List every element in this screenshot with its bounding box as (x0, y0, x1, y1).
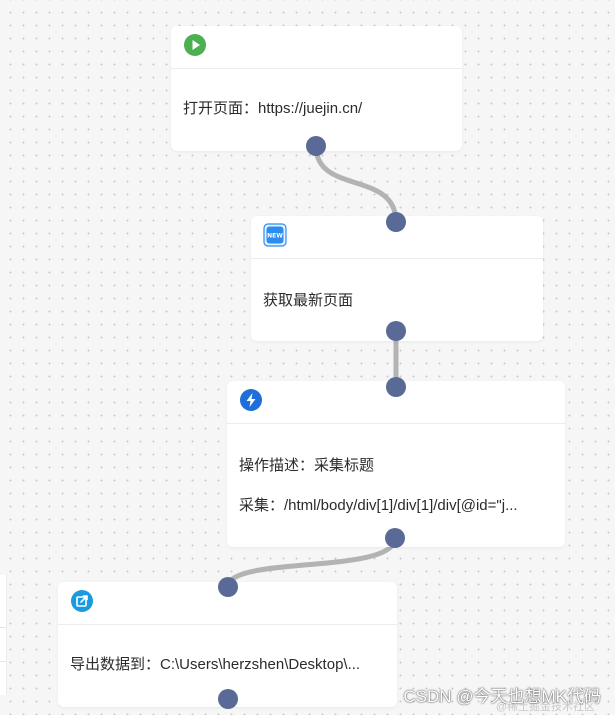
node-header (171, 26, 462, 69)
output-port[interactable] (385, 528, 405, 548)
input-port[interactable] (386, 377, 406, 397)
offscreen-node-edge (0, 575, 7, 695)
node-xpath: 采集：/html/body/div[1]/div[1]/div[@id="j..… (239, 497, 518, 514)
watermark: CSDN @今天也想MK代码 (403, 687, 601, 706)
node-text: 获取最新页面 (263, 292, 354, 309)
input-port[interactable] (386, 212, 406, 232)
output-port[interactable] (306, 136, 326, 156)
node-collect-title[interactable]: 操作描述：采集标题 采集：/html/body/div[1]/div[1]/di… (227, 381, 565, 547)
new-badge-icon: NEW (263, 223, 287, 247)
new-badge-text: NEW (267, 232, 283, 239)
node-body: 操作描述：采集标题 采集：/html/body/div[1]/div[1]/di… (227, 424, 565, 516)
node-text: 导出数据到：C:\Users\herzshen\Desktop\... (70, 656, 361, 673)
node-body: 导出数据到：C:\Users\herzshen\Desktop\... (58, 625, 397, 675)
node-description: 操作描述：采集标题 (239, 457, 375, 474)
play-icon (184, 34, 206, 56)
export-icon (71, 590, 93, 612)
connector-1-2 (313, 143, 399, 225)
node-body: 获取最新页面 (251, 259, 543, 311)
output-port[interactable] (386, 321, 406, 341)
node-body: 打开页面：https://juejin.cn/ (171, 69, 462, 119)
workflow-canvas[interactable]: 打开页面：https://juejin.cn/ NEW 获取最新页面 操作描述：… (0, 0, 615, 715)
node-text: 打开页面：https://juejin.cn/ (183, 100, 363, 117)
lightning-icon (240, 389, 262, 411)
input-port[interactable] (218, 577, 238, 597)
output-port[interactable] (218, 689, 238, 709)
node-open-page[interactable]: 打开页面：https://juejin.cn/ (171, 26, 462, 151)
